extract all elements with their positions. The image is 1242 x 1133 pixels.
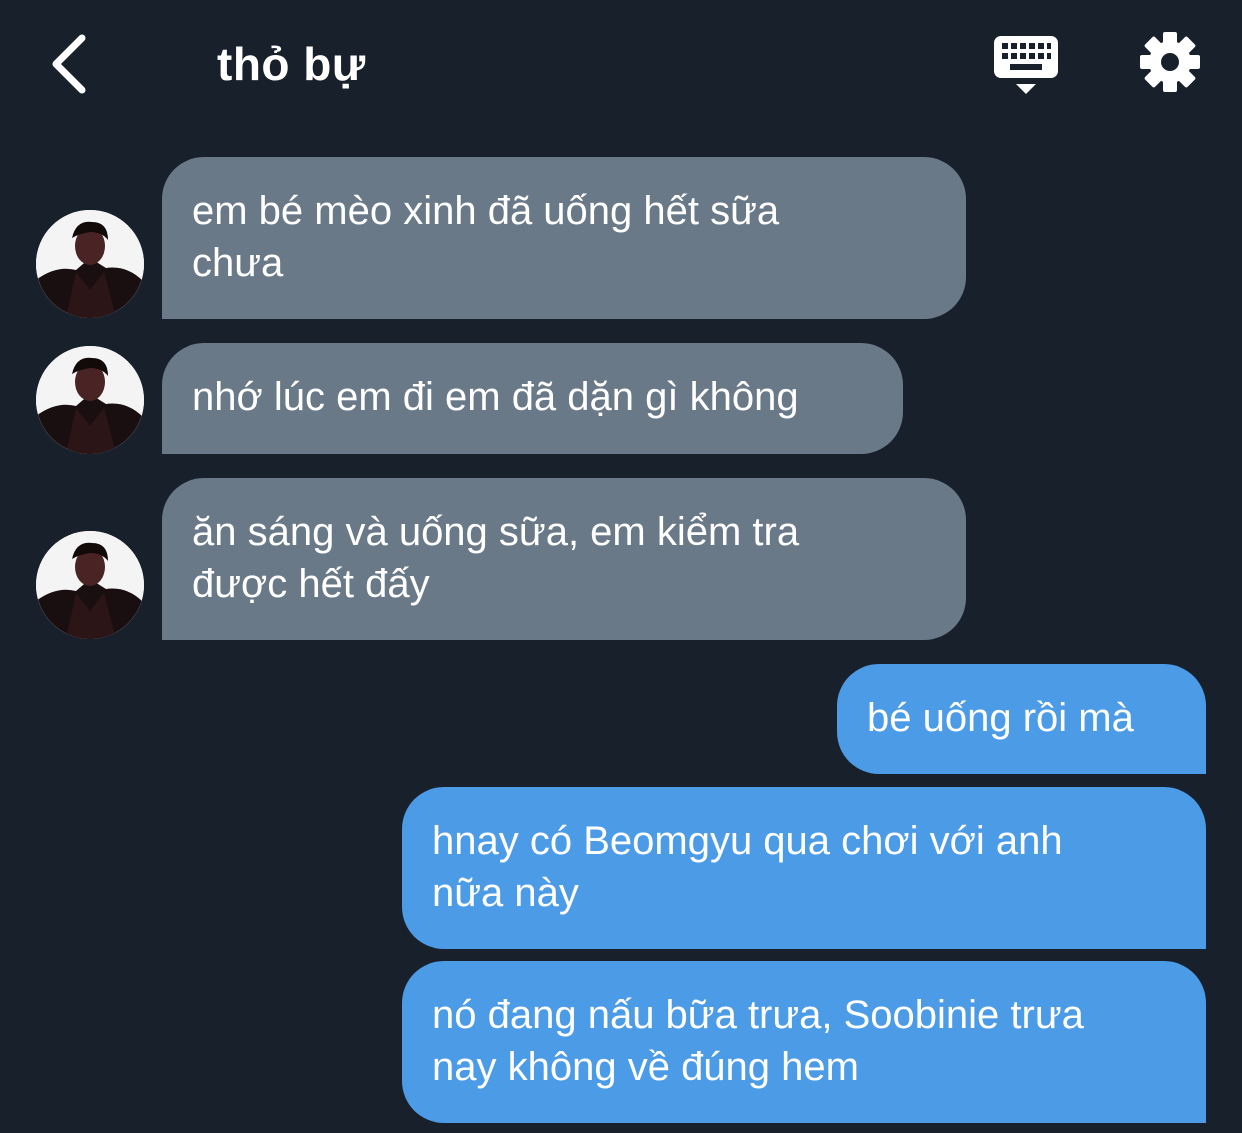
keyboard-button[interactable] — [990, 32, 1062, 98]
settings-button[interactable] — [1136, 28, 1204, 96]
avatar-photo — [36, 346, 144, 454]
back-button[interactable] — [36, 28, 100, 100]
message-bubble-incoming[interactable]: nhớ lúc em đi em đã dặn gì không — [162, 343, 903, 454]
avatar[interactable] — [36, 346, 144, 454]
chat-title: thỏ bự — [217, 38, 366, 90]
message-bubble-outgoing[interactable]: nó đang nấu bữa trưa, Soobinie trưa nay … — [402, 961, 1206, 1123]
avatar-photo — [36, 531, 144, 639]
avatar-photo — [36, 210, 144, 318]
chat-header: thỏ bự — [0, 0, 1242, 130]
keyboard-icon — [994, 36, 1058, 94]
message-bubble-incoming[interactable]: em bé mèo xinh đã uống hết sữa chưa — [162, 157, 966, 319]
message-bubble-outgoing[interactable]: bé uống rồi mà — [837, 664, 1206, 774]
message-bubble-outgoing[interactable]: hnay có Beomgyu qua chơi với anh nữa này — [402, 787, 1206, 949]
chevron-left-icon — [52, 34, 86, 94]
gear-icon — [1140, 32, 1200, 92]
message-bubble-incoming[interactable]: ăn sáng và uống sữa, em kiểm tra được hế… — [162, 478, 966, 640]
avatar[interactable] — [36, 531, 144, 639]
avatar[interactable] — [36, 210, 144, 318]
